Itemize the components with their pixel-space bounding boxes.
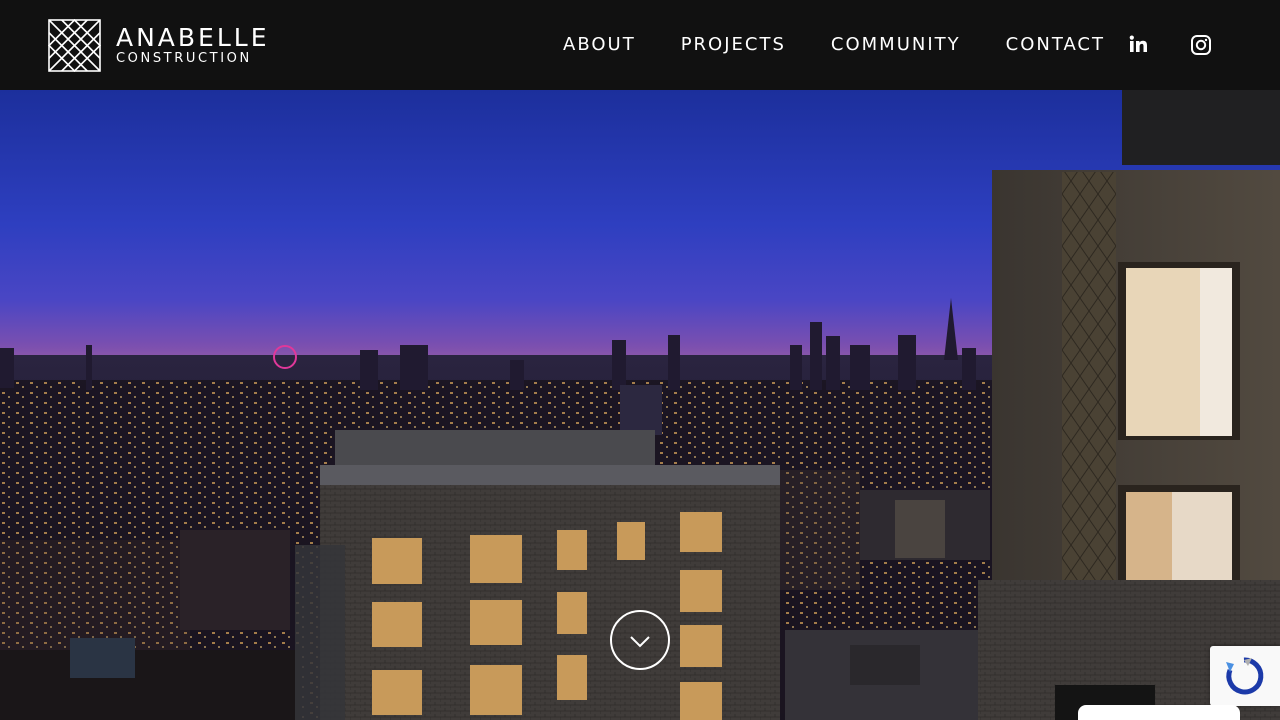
brand-logo[interactable]: ANABELLE CONSTRUCTION xyxy=(48,19,270,72)
brand-name: ANABELLE xyxy=(116,23,270,52)
hero-banner xyxy=(0,90,1280,720)
main-nav: ABOUT PROJECTS COMMUNITY CONTACT xyxy=(563,33,1105,57)
linkedin-icon[interactable] xyxy=(1128,34,1150,56)
logo-mark-icon xyxy=(48,19,101,72)
chevron-down-icon xyxy=(630,636,650,648)
site-header: ANABELLE CONSTRUCTION ABOUT PROJECTS COM… xyxy=(0,0,1280,90)
nav-about[interactable]: ABOUT xyxy=(563,33,636,57)
recaptcha-badge[interactable] xyxy=(1210,646,1280,706)
central-building xyxy=(295,430,780,720)
nav-projects[interactable]: PROJECTS xyxy=(681,33,786,57)
bottom-panel-tab[interactable] xyxy=(1078,705,1240,720)
brand-wordmark: ANABELLE CONSTRUCTION xyxy=(116,25,270,66)
nav-contact[interactable]: CONTACT xyxy=(1006,33,1105,57)
brand-tagline: CONSTRUCTION xyxy=(116,51,252,66)
instagram-icon[interactable] xyxy=(1190,34,1212,56)
foreground-building xyxy=(978,90,1280,720)
nav-community[interactable]: COMMUNITY xyxy=(831,33,961,57)
recaptcha-icon xyxy=(1226,657,1264,695)
scroll-down-button[interactable] xyxy=(610,610,670,670)
